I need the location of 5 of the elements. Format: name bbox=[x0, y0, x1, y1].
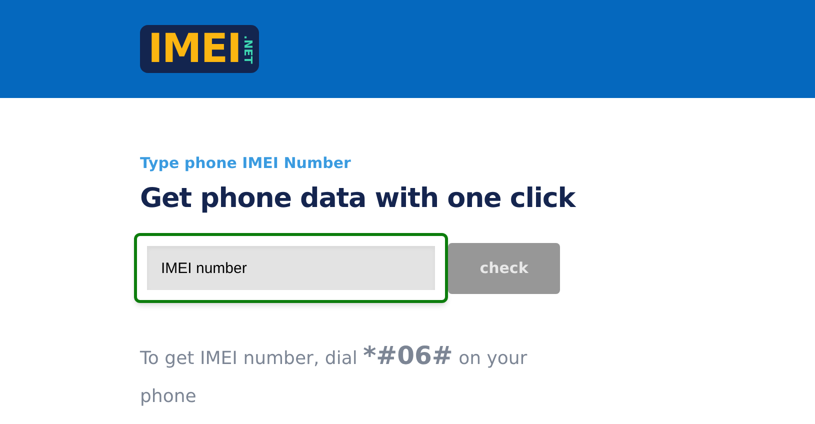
heading: Get phone data with one click bbox=[140, 182, 577, 216]
hint-text: To get IMEI number, dial *#06# on your phone bbox=[140, 340, 528, 409]
logo[interactable]: IMEI .NET bbox=[140, 25, 259, 73]
search-field[interactable]: IMEI number bbox=[134, 233, 448, 303]
subtitle: Type phone IMEI Number bbox=[140, 153, 352, 174]
